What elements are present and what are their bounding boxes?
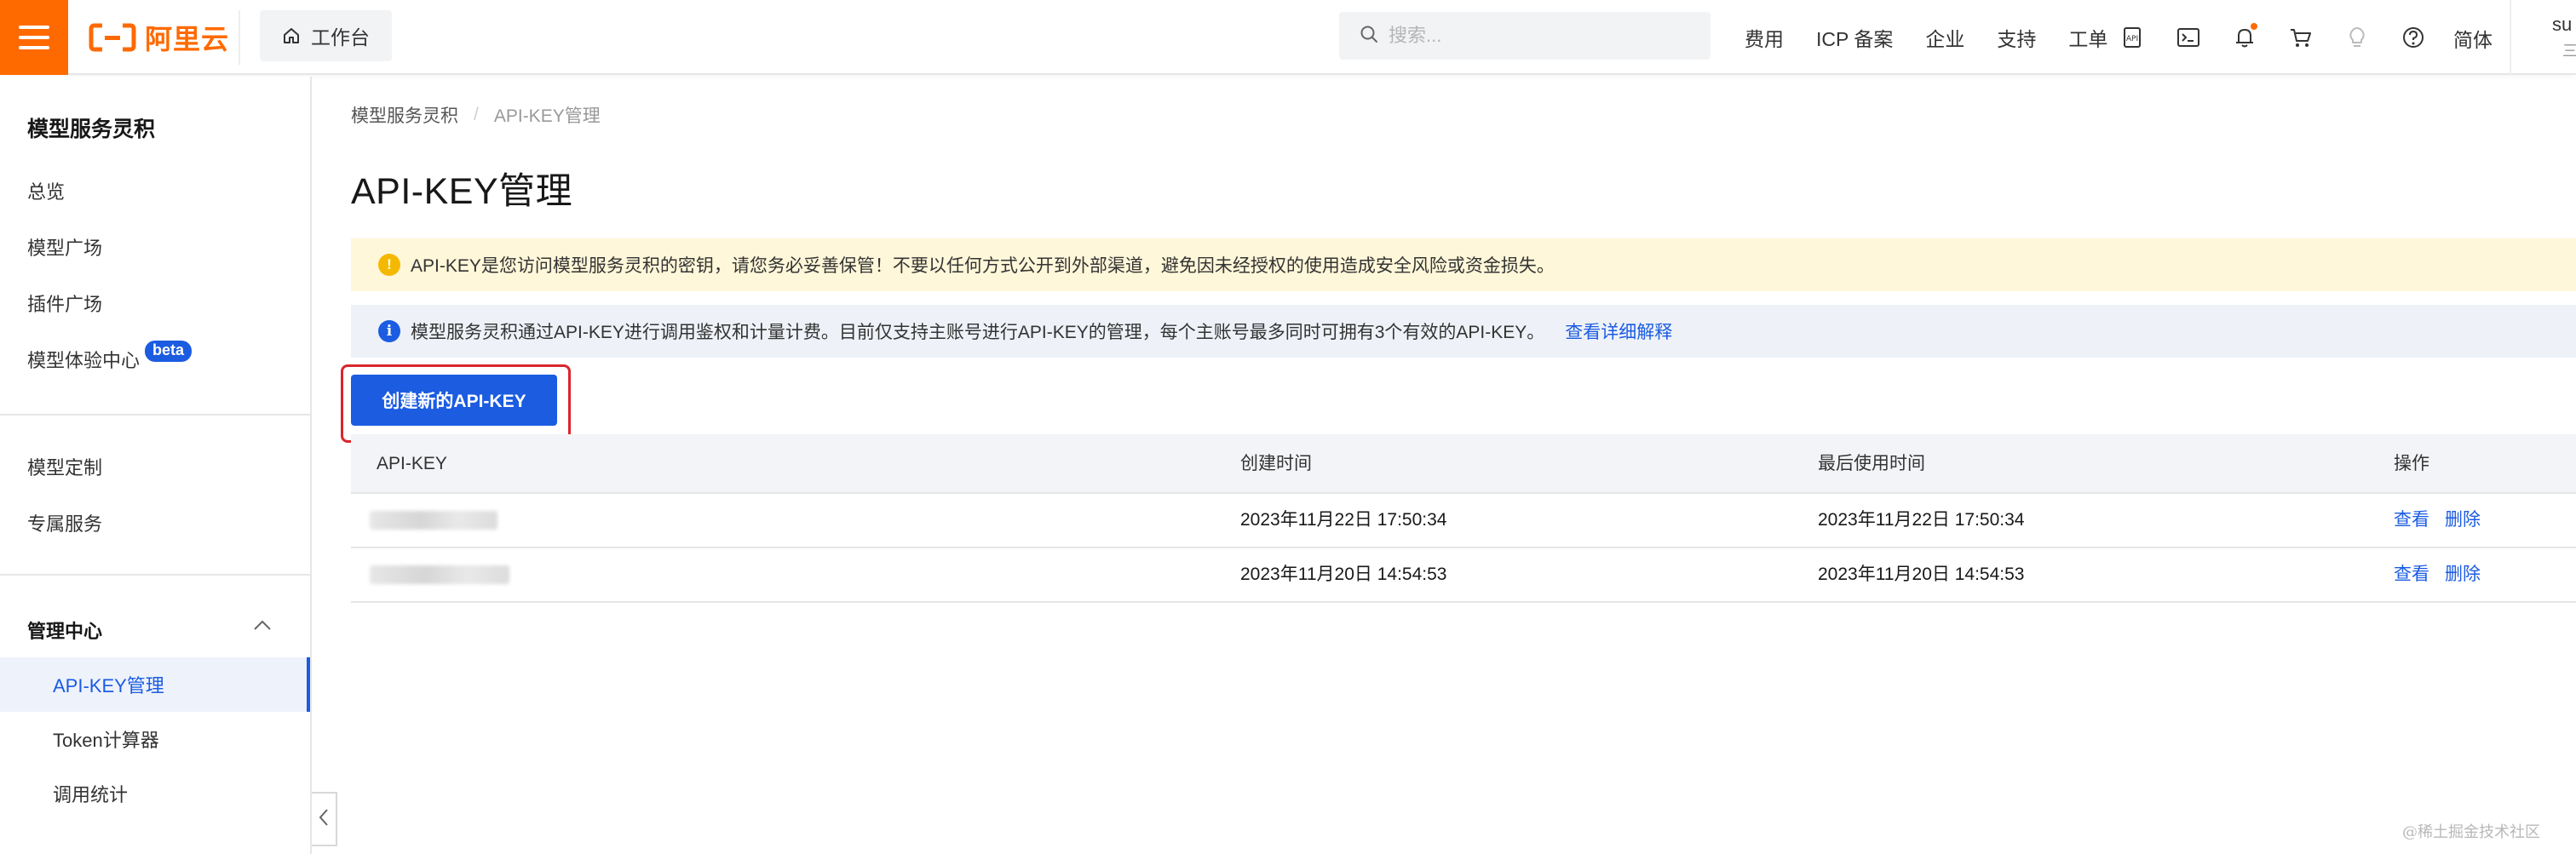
home-icon xyxy=(282,26,301,45)
divider xyxy=(0,414,310,416)
actions-cell: 查看 删除 xyxy=(2394,494,2496,547)
user-account-sub: 三 xyxy=(2562,43,2576,60)
divider xyxy=(239,10,240,65)
top-bar: 阿里云 工作台 费用 ICP 备案 企业 支持 工单 API xyxy=(0,0,2576,75)
sidebar-item-model-experience[interactable]: 模型体验中心 beta xyxy=(27,341,193,374)
bell-icon[interactable] xyxy=(2230,23,2259,52)
sidebar-item-dedicated-service[interactable]: 专属服务 xyxy=(27,509,102,536)
column-header-created: 创建时间 xyxy=(1240,454,1312,473)
watermark: @稀土掘金技术社区 xyxy=(2402,823,2540,841)
masked-api-key xyxy=(370,511,497,530)
search-input[interactable] xyxy=(1389,25,1695,47)
nav-link-icp[interactable]: ICP 备案 xyxy=(1816,23,1893,52)
breadcrumb: 模型服务灵积 / API-KEY管理 xyxy=(351,102,601,128)
top-nav-icons: API xyxy=(2118,0,2455,75)
workbench-button[interactable]: 工作台 xyxy=(260,10,392,61)
warning-alert: ! API-KEY是您访问模型服务灵积的密钥，请您务必妥善保管！不要以任何方式公… xyxy=(351,238,2576,291)
sidebar-item-usage-stats[interactable]: 调用统计 xyxy=(0,766,310,821)
column-header-actions: 操作 xyxy=(2394,454,2429,473)
warning-text: API-KEY是您访问模型服务灵积的密钥，请您务必妥善保管！不要以任何方式公开到… xyxy=(411,256,1555,276)
nav-link-billing[interactable]: 费用 xyxy=(1745,23,1784,52)
column-header-api-key: API-KEY xyxy=(377,454,447,473)
workbench-label: 工作台 xyxy=(311,26,370,49)
sidebar-item-overview[interactable]: 总览 xyxy=(27,177,65,204)
bulb-icon[interactable] xyxy=(2343,23,2372,52)
menu-icon[interactable] xyxy=(0,0,68,75)
nav-link-ticket[interactable]: 工单 xyxy=(2068,23,2107,52)
api-key-table: API-KEY 创建时间 最后使用时间 操作 2023年11月22日 17:50… xyxy=(351,434,2576,603)
help-icon[interactable] xyxy=(2399,23,2428,52)
delete-button[interactable]: 删除 xyxy=(2445,510,2481,530)
nav-link-enterprise[interactable]: 企业 xyxy=(1925,23,1964,52)
user-account[interactable]: su xyxy=(2552,14,2572,36)
sidebar-item-model-custom[interactable]: 模型定制 xyxy=(27,453,102,480)
created-time: 2023年11月20日 14:54:53 xyxy=(1240,565,1447,584)
breadcrumb-current: API-KEY管理 xyxy=(493,106,601,126)
sidebar-section-management[interactable]: 管理中心 xyxy=(27,616,102,644)
sidebar-item-label: 模型体验中心 xyxy=(27,350,141,371)
masked-api-key xyxy=(370,565,509,584)
details-link[interactable]: 查看详细解释 xyxy=(1565,318,1672,344)
sidebar-item-token-calculator[interactable]: Token计算器 xyxy=(0,712,310,766)
delete-button[interactable]: 删除 xyxy=(2445,565,2481,584)
page-title: API-KEY管理 xyxy=(351,171,573,212)
column-header-last-used: 最后使用时间 xyxy=(1818,454,1925,473)
aliyun-logo-mark-icon xyxy=(89,0,136,75)
table-header: API-KEY 创建时间 最后使用时间 操作 xyxy=(351,434,2576,494)
table-row: 2023年11月20日 14:54:53 2023年11月20日 14:54:5… xyxy=(351,548,2576,603)
divider xyxy=(0,574,310,576)
aliyun-logo[interactable]: 阿里云 xyxy=(89,0,229,75)
nav-link-support[interactable]: 支持 xyxy=(1997,23,2036,52)
language-switch[interactable]: 简体 xyxy=(2453,24,2493,53)
last-used-time: 2023年11月20日 14:54:53 xyxy=(1818,565,2025,584)
main-content: 模型服务灵积 / API-KEY管理 API-KEY管理 ! API-KEY是您… xyxy=(313,77,2576,854)
notification-dot xyxy=(2251,23,2257,30)
beta-badge: beta xyxy=(145,341,193,362)
table-row: 2023年11月22日 17:50:34 2023年11月22日 17:50:3… xyxy=(351,494,2576,548)
svg-text:API: API xyxy=(2126,35,2138,43)
create-api-key-button[interactable]: 创建新的API-KEY xyxy=(351,375,557,426)
created-time: 2023年11月22日 17:50:34 xyxy=(1240,510,1447,530)
cart-icon[interactable] xyxy=(2286,23,2315,52)
sidebar-title: 模型服务灵积 xyxy=(27,117,156,141)
terminal-icon[interactable] xyxy=(2174,23,2203,52)
breadcrumb-separator: / xyxy=(474,105,479,124)
sidebar-item-model-square[interactable]: 模型广场 xyxy=(27,233,102,261)
warning-icon: ! xyxy=(378,254,400,276)
logo-text: 阿里云 xyxy=(145,24,230,54)
sidebar-item-api-key[interactable]: API-KEY管理 xyxy=(0,657,310,712)
divider xyxy=(2510,0,2511,75)
info-text: 模型服务灵积通过API-KEY进行调用鉴权和计量计费。目前仅支持主账号进行API… xyxy=(411,323,1545,342)
api-icon[interactable]: API xyxy=(2118,23,2147,52)
view-button[interactable]: 查看 xyxy=(2394,510,2429,530)
info-icon: i xyxy=(378,320,400,342)
last-used-time: 2023年11月22日 17:50:34 xyxy=(1818,510,2025,530)
sidebar: 模型服务灵积 总览 模型广场 插件广场 模型体验中心 beta 模型定制 专属服务… xyxy=(0,77,312,854)
search-box[interactable] xyxy=(1339,12,1711,60)
info-alert: i 模型服务灵积通过API-KEY进行调用鉴权和计量计费。目前仅支持主账号进行A… xyxy=(351,305,2576,358)
top-nav-links: 费用 ICP 备案 企业 支持 工单 xyxy=(1745,0,2140,75)
chevron-up-icon[interactable] xyxy=(252,618,273,636)
breadcrumb-root[interactable]: 模型服务灵积 xyxy=(351,102,458,128)
actions-cell: 查看 删除 xyxy=(2394,548,2496,601)
view-button[interactable]: 查看 xyxy=(2394,565,2429,584)
search-icon xyxy=(1360,25,1378,48)
sidebar-item-plugin-square[interactable]: 插件广场 xyxy=(27,289,102,317)
